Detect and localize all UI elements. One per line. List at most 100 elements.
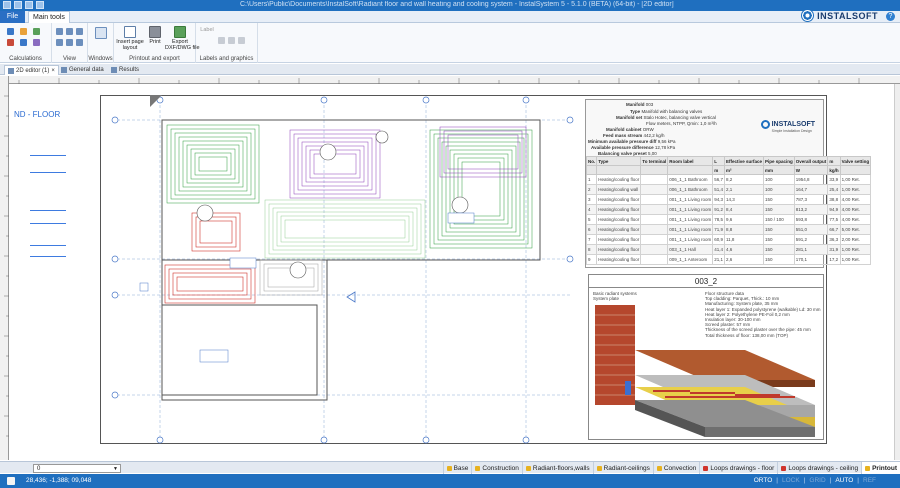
line-icon[interactable]: [228, 37, 235, 44]
table-cell: 8,4: [723, 204, 765, 215]
tab-2d-editor[interactable]: 2D editor (1) ×: [4, 65, 59, 75]
table-cell: 591,2: [793, 234, 829, 245]
export-dxf-button[interactable]: Export DXF/DWG file: [165, 26, 200, 51]
report-icon[interactable]: [20, 39, 27, 46]
group-labels: Label Labels and graphics: [196, 23, 258, 63]
list-icon[interactable]: [33, 39, 40, 46]
layer-tab-radiant-floors-walls[interactable]: Radiant-floors,walls: [521, 462, 593, 474]
table-cell: Heating/cooling floor: [596, 254, 642, 265]
table-cell: [640, 224, 669, 235]
layer-tab-printout[interactable]: Printout: [861, 462, 900, 474]
mode-grid[interactable]: GRID: [809, 477, 825, 484]
tab-main-tools[interactable]: Main tools: [28, 11, 70, 23]
manifold-cabinet-value: ORW: [642, 127, 654, 132]
vertical-ruler: [0, 76, 9, 460]
column-header: Type: [596, 156, 642, 166]
print-button[interactable]: Print: [147, 26, 163, 45]
calculate-icon[interactable]: [7, 28, 14, 35]
manifold-logo-text: INSTALSOFT: [771, 121, 815, 128]
table-cell: 11,8: [723, 234, 765, 245]
table-cell: 21,1: [712, 254, 725, 265]
mode-separator: |: [803, 477, 806, 484]
shape-icon[interactable]: [238, 37, 245, 44]
column-header: m: [827, 156, 841, 166]
pan-icon[interactable]: [66, 39, 73, 46]
table-cell: 9,6: [723, 214, 765, 225]
text-icon[interactable]: [218, 37, 225, 44]
vertical-scrollbar[interactable]: [894, 84, 900, 460]
layer-tab-convection[interactable]: Convection: [652, 462, 700, 474]
floor-layers-illustration: [595, 305, 815, 437]
group-label-printout: Printout and export: [129, 56, 180, 62]
table-cell: 787,3: [793, 194, 829, 205]
undo-icon[interactable]: [25, 1, 33, 9]
manifold-cabinet-row: Manifold cabinet ORW: [606, 127, 654, 132]
table-cell: 4,6: [723, 244, 765, 255]
group-label-windows: Windows: [88, 56, 113, 62]
help-button[interactable]: ?: [886, 12, 895, 21]
layer-tab-construction[interactable]: Construction: [471, 462, 522, 474]
layers-bar: 0 ▼ Base Construction Radiant-floors,wal…: [0, 461, 900, 474]
mode-separator: |: [776, 477, 778, 484]
manifold-avail-pressure-row: Available pressure difference 12,78 kPa: [591, 145, 675, 150]
zoom-window-icon[interactable]: [56, 39, 63, 46]
windows-icon: [95, 27, 107, 39]
column-header: Room label: [667, 156, 714, 166]
layer-tab-radiant-ceilings[interactable]: Radiant-ceilings: [592, 462, 653, 474]
close-icon[interactable]: ×: [51, 66, 55, 76]
editor-icon: [8, 67, 14, 74]
tab-general-data[interactable]: General data: [58, 65, 107, 75]
insert-page-layout-button[interactable]: Insert page layout: [115, 26, 145, 51]
export-icon: [174, 26, 186, 38]
label-label: Label: [200, 27, 214, 33]
mode-ref[interactable]: REF: [863, 477, 876, 484]
zoom-fit-icon[interactable]: [76, 28, 83, 35]
logo-mark-icon: [760, 120, 770, 129]
left-note: [30, 210, 66, 224]
table-cell: 150: [763, 244, 795, 255]
warning-icon[interactable]: [7, 39, 14, 46]
label-button[interactable]: Label: [199, 26, 215, 33]
column-header: No.: [585, 156, 598, 166]
floor-plan-drawing[interactable]: [100, 95, 590, 445]
table-cell: [640, 234, 669, 245]
manifold-cabinet-label: Manifold cabinet: [606, 127, 642, 132]
save-icon[interactable]: [14, 1, 22, 9]
refresh-icon[interactable]: [76, 39, 83, 46]
table-cell: [640, 244, 669, 255]
layer-select[interactable]: 0 ▼: [33, 464, 121, 473]
mode-orto[interactable]: ORTO: [754, 477, 773, 484]
mode-auto[interactable]: AUTO: [835, 477, 853, 484]
check-icon[interactable]: [33, 28, 40, 35]
table-cell: 551,0: [793, 224, 829, 235]
tab-file[interactable]: File: [0, 11, 25, 23]
layer-tab-loops-floor[interactable]: Loops drawings - floor: [699, 462, 777, 474]
table-cell: 4: [585, 204, 598, 215]
table-row: 2 Heating/cooling wall 006_1_1 Bathroom 51,…: [585, 184, 872, 195]
redo-icon[interactable]: [36, 1, 44, 9]
layer-color-icon: [525, 465, 531, 471]
zoom-in-icon[interactable]: [56, 28, 63, 35]
manifold-type-value: Manifold with balancing valves: [641, 109, 703, 114]
table-cell: Heating/cooling floor: [596, 214, 642, 225]
chevron-down-icon: ▼: [113, 466, 118, 472]
tab-2d-editor-label: 2D editor (1): [16, 67, 50, 74]
manifold-logo: INSTALSOFT Simple Installation Design: [760, 120, 815, 133]
zoom-out-icon[interactable]: [66, 28, 73, 35]
tab-results[interactable]: Results: [108, 65, 142, 75]
layer-tab-base[interactable]: Base: [442, 462, 472, 474]
mode-lock[interactable]: LOCK: [782, 477, 800, 484]
table-cell: 813,2: [793, 204, 829, 215]
windows-button[interactable]: [93, 27, 109, 39]
gear-icon[interactable]: [20, 28, 27, 35]
table-cell: 31,9: [827, 244, 841, 255]
mode-separator: |: [857, 477, 859, 484]
cursor-icon: [7, 477, 15, 485]
layer-tab-loops-ceiling[interactable]: Loops drawings - ceiling: [777, 462, 861, 474]
unit-header: [596, 165, 642, 175]
column-header: Effective surface: [723, 156, 765, 166]
export-label: Export DXF/DWG file: [165, 39, 200, 51]
table-cell: 1,00 Ret.: [839, 174, 872, 185]
table-cell: Heating/cooling floor: [596, 244, 642, 255]
manifold-spec-value: Flow meters, NTPP, Qmin: 1,0 m³/h: [646, 121, 717, 126]
